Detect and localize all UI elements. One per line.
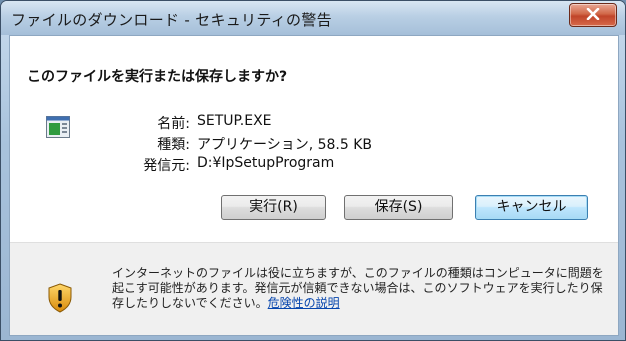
file-source-value: D:¥IpSetupProgram <box>197 155 335 171</box>
file-source-label: 発信元: <box>143 158 190 174</box>
application-file-icon <box>46 116 70 138</box>
warning-footer: インターネットのファイルは役に立ちますが、このファイルの種類はコンピュータに問題… <box>10 243 618 335</box>
file-source-row: 発信元: <box>110 155 190 174</box>
dialog-body: このファイルを実行または保存しますか? 名前: SETUP.EXE 種類: アプ… <box>9 35 619 336</box>
file-name-label: 名前: <box>157 116 190 132</box>
warning-message: インターネットのファイルは役に立ちますが、このファイルの種類はコンピュータに問題… <box>112 266 608 311</box>
window-title: ファイルのダウンロード - セキュリティの警告 <box>11 11 332 29</box>
file-type-row: 種類: <box>110 134 190 153</box>
file-type-value: アプリケーション, 58.5 KB <box>197 137 373 153</box>
download-security-dialog: ファイルのダウンロード - セキュリティの警告 このファイルを実行または保存しま… <box>0 0 626 341</box>
warning-text: インターネットのファイルは役に立ちますが、このファイルの種類はコンピュータに問題… <box>112 266 604 310</box>
file-name-value: SETUP.EXE <box>197 113 272 129</box>
close-button[interactable] <box>569 3 617 27</box>
file-type-label: 種類: <box>157 137 190 153</box>
file-name-row: 名前: <box>110 113 190 132</box>
run-button[interactable]: 実行(R) <box>221 195 326 220</box>
warning-shield-icon <box>48 283 72 313</box>
cancel-button[interactable]: キャンセル <box>475 195 588 220</box>
title-bar[interactable]: ファイルのダウンロード - セキュリティの警告 <box>1 1 625 35</box>
save-button[interactable]: 保存(S) <box>344 195 453 220</box>
dialog-heading: このファイルを実行または保存しますか? <box>27 69 288 85</box>
risk-explanation-link[interactable]: 危険性の説明 <box>268 296 340 310</box>
close-icon <box>586 8 600 20</box>
